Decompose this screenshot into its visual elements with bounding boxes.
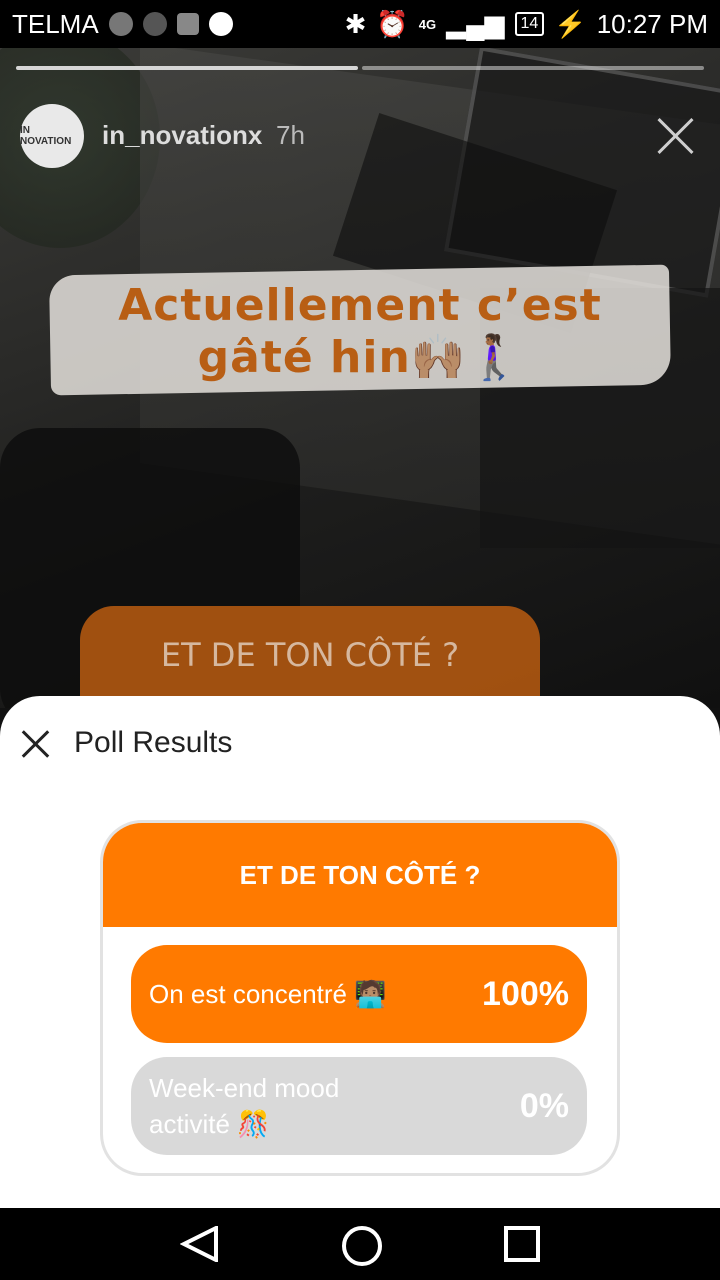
sheet-title: Poll Results <box>74 726 233 759</box>
close-icon[interactable] <box>656 116 696 156</box>
signal-icon: ▂▄▆ <box>446 8 505 39</box>
story-progress-2 <box>362 66 704 70</box>
poll-option-percent: 0% <box>519 1086 569 1125</box>
charging-icon: ⚡ <box>554 8 587 39</box>
battery-level: 14 <box>520 15 539 32</box>
navigation-bar <box>0 1208 720 1280</box>
story-view[interactable]: IN NOVATION in_novationx 7h Actuellement… <box>0 48 720 708</box>
network-type: 4G <box>418 16 437 32</box>
poll-option-label: On est concentré 🧑🏽‍💻 <box>149 979 387 1009</box>
avatar[interactable]: IN NOVATION <box>20 104 84 168</box>
poll-results-sheet: Poll Results ET DE TON CÔTÉ ? On est con… <box>0 696 720 1208</box>
status-right: ✱ ⏰ 4G ▂▄▆ 14 ⚡ 10:27 PM <box>345 9 708 40</box>
story-username[interactable]: in_novationx <box>102 120 262 151</box>
clock: 10:27 PM <box>596 8 708 39</box>
bluetooth-icon: ✱ <box>344 8 367 39</box>
poll-card: ET DE TON CÔTÉ ? On est concentré 🧑🏽‍💻 1… <box>100 820 620 1176</box>
status-left: TELMA <box>12 9 233 40</box>
poll-option-label: Week-end mood activité 🎊 <box>149 1073 340 1139</box>
poll-question: ET DE TON CÔTÉ ? <box>103 823 617 927</box>
story-progress-1 <box>16 66 358 70</box>
whatsapp-icon <box>208 12 233 36</box>
status-bar: TELMA ✱ ⏰ 4G ▂▄▆ 14 ⚡ 10:27 PM <box>0 0 720 48</box>
alarm-icon: ⏰ <box>376 8 409 39</box>
poll-option-2[interactable]: Week-end mood activité 🎊 0% <box>131 1057 587 1155</box>
recent-apps-icon[interactable] <box>504 1226 540 1262</box>
avatar-logo-text: IN NOVATION <box>20 125 72 147</box>
battery-icon: 14 <box>514 12 545 36</box>
close-icon[interactable] <box>22 730 50 758</box>
poll-sticker-question: ET DE TON CÔTÉ ? <box>160 636 460 674</box>
poll-option-1[interactable]: On est concentré 🧑🏽‍💻 100% <box>131 945 587 1043</box>
sparkle-icon <box>142 12 167 36</box>
text-sticker: Actuellement c’est gâté hin🙌🏽🚶🏾‍♀️ <box>118 280 602 383</box>
carrier-name: TELMA <box>12 8 99 39</box>
poll-option-percent: 100% <box>482 974 569 1013</box>
globe-icon <box>108 12 133 36</box>
back-icon[interactable] <box>180 1226 220 1262</box>
story-age: 7h <box>276 120 305 150</box>
home-icon[interactable] <box>342 1226 382 1266</box>
gallery-icon <box>176 13 199 35</box>
